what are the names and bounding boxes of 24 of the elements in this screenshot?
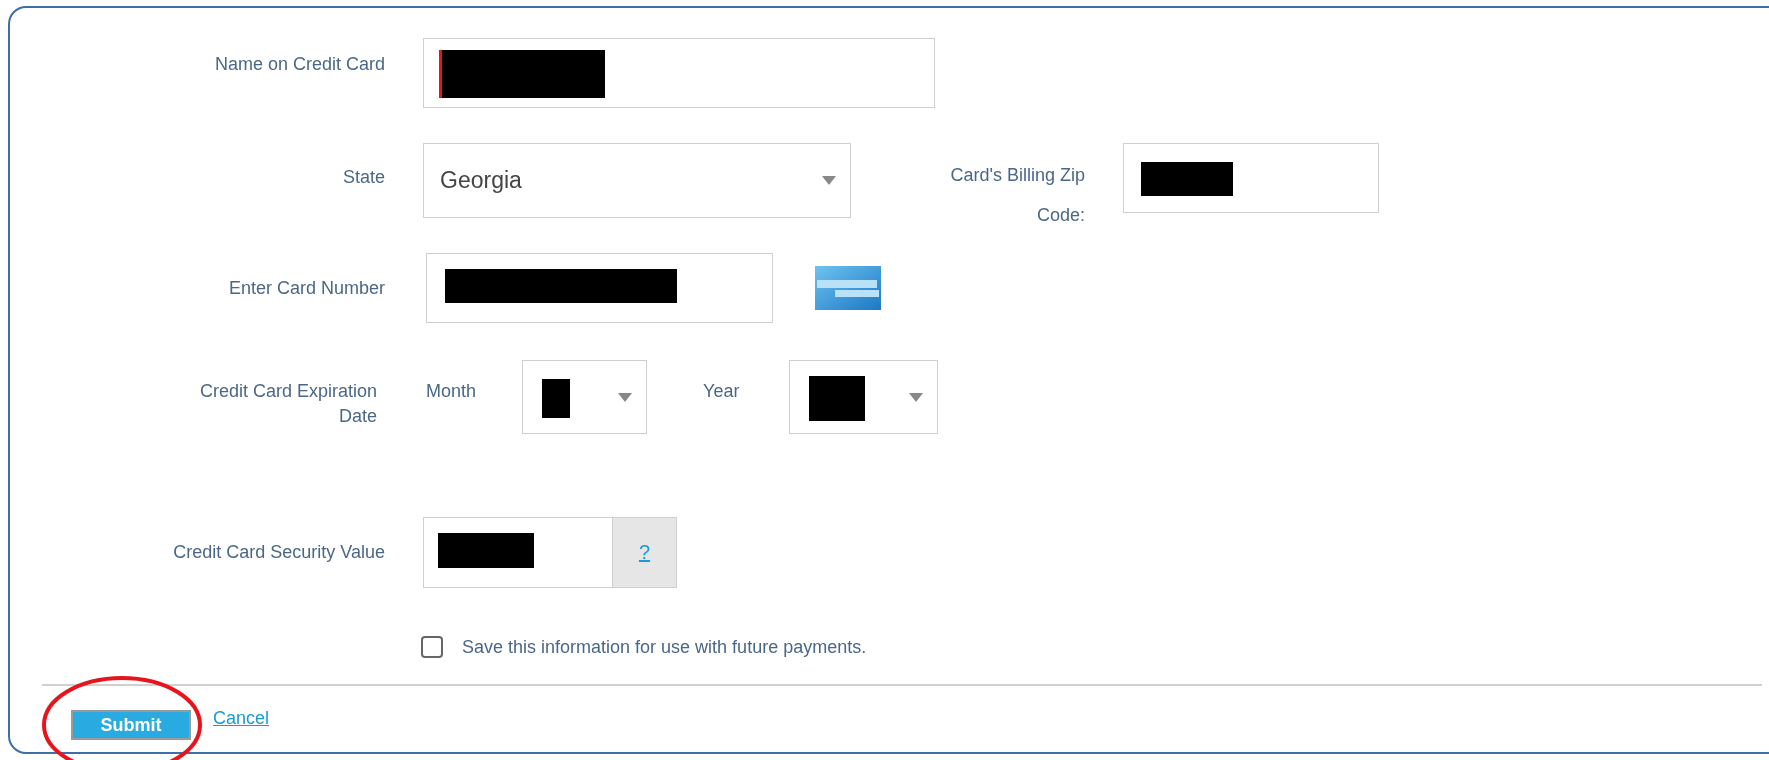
- security-input[interactable]: [423, 517, 613, 588]
- field-label: Enter Card Number: [227, 276, 385, 300]
- caret-icon: [909, 392, 924, 402]
- field-label: Card's Billing Zip Code:: [949, 164, 1085, 227]
- help-link[interactable]: ?: [638, 541, 651, 564]
- save-checkbox[interactable]: [421, 636, 443, 658]
- zip-input[interactable]: [1123, 143, 1379, 213]
- month-label: Month: [426, 380, 477, 402]
- cancel-link[interactable]: Cancel: [213, 708, 270, 729]
- submit-button[interactable]: Submit: [71, 710, 191, 740]
- field-label: State: [341, 166, 385, 189]
- caret-icon: [822, 176, 836, 185]
- month-select[interactable]: [522, 360, 648, 434]
- checkbox-label: Save this information for use with future payments.: [462, 636, 867, 658]
- card-number-input[interactable]: [426, 253, 773, 323]
- field-label: Name on Credit Card: [213, 53, 385, 76]
- state-select[interactable]: Georgia: [423, 143, 851, 218]
- card-brand-icon: [815, 266, 881, 310]
- year-select[interactable]: [789, 360, 939, 434]
- year-label: Year: [703, 380, 740, 402]
- field-label: Credit Card Security Value: [172, 541, 385, 564]
- name-input[interactable]: [423, 38, 935, 108]
- caret-icon: [618, 392, 633, 402]
- field-label: Credit Card Expiration Date: [198, 380, 377, 428]
